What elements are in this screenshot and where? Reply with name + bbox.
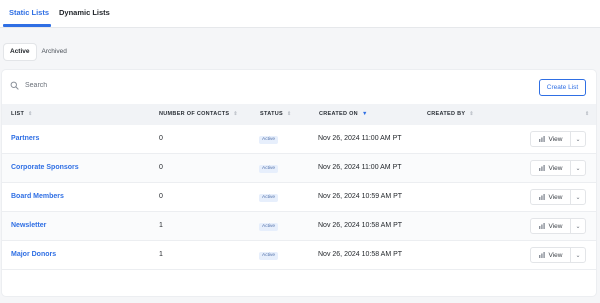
table-row: Newsletter 1 Active Nov 26, 2024 10:58 A… xyxy=(2,212,596,241)
status-filter-tabs: Active Archived xyxy=(4,44,73,60)
column-header-created-on[interactable]: CREATED ON ▼ xyxy=(319,111,368,117)
column-header-contacts[interactable]: NUMBER OF CONTACTS ⇕ xyxy=(159,111,238,117)
status-badge: Active xyxy=(259,194,279,202)
chevron-down-icon[interactable]: ⌄ xyxy=(571,161,585,175)
table-row: Partners 0 Active Nov 26, 2024 11:00 AM … xyxy=(2,125,596,154)
column-label: CREATED BY xyxy=(427,111,466,117)
contact-count: 0 xyxy=(159,193,163,200)
column-label: LIST xyxy=(11,111,25,117)
contact-count: 1 xyxy=(159,222,163,229)
table-row: Board Members 0 Active Nov 26, 2024 10:5… xyxy=(2,183,596,212)
table-toolbar: Create List xyxy=(2,70,596,104)
view-label: View xyxy=(548,193,563,201)
lists-card: Create List LIST⇕ NUMBER OF CONTACTS⇕ ST… xyxy=(2,70,596,296)
list-name-link[interactable]: Partners xyxy=(11,135,39,142)
status-badge: Active xyxy=(259,252,279,260)
tab-dynamic-lists[interactable]: Dynamic Lists xyxy=(59,8,110,17)
column-header-status[interactable]: STATUS ⇕ xyxy=(260,111,291,117)
bar-chart-icon xyxy=(538,165,545,171)
table-row: Major Donors 1 Active Nov 26, 2024 10:58… xyxy=(2,241,596,270)
view-button[interactable]: View xyxy=(531,219,571,233)
search-box xyxy=(10,81,185,90)
created-on: Nov 26, 2024 10:58 AM PT xyxy=(318,222,403,229)
view-label: View xyxy=(548,222,563,230)
list-name-link[interactable]: Board Members xyxy=(11,193,64,200)
view-button[interactable]: View xyxy=(531,190,571,204)
chevron-down-icon[interactable]: ⌄ xyxy=(571,219,585,233)
table-header: LIST ⇕ NUMBER OF CONTACTS ⇕ STATUS ⇕ CREATE… xyxy=(2,104,596,125)
contact-count: 0 xyxy=(159,164,163,171)
bar-chart-icon xyxy=(538,223,545,229)
view-label: View xyxy=(548,135,563,143)
sort-descending-icon: ▼ xyxy=(361,111,368,117)
bar-chart-icon xyxy=(538,252,545,258)
active-tab-indicator xyxy=(3,24,51,27)
search-input[interactable] xyxy=(25,82,185,89)
sort-icon: ⇕ xyxy=(28,111,33,117)
created-on: Nov 26, 2024 10:59 AM PT xyxy=(318,193,403,200)
chevron-down-icon[interactable]: ⌄ xyxy=(571,190,585,204)
chevron-down-icon[interactable]: ⌄ xyxy=(571,132,585,146)
list-name-link[interactable]: Corporate Sponsors xyxy=(11,164,79,171)
list-name-link[interactable]: Major Donors xyxy=(11,251,56,258)
sort-icon: ⇕ xyxy=(585,111,590,117)
table-row: Corporate Sponsors 0 Active Nov 26, 2024… xyxy=(2,154,596,183)
list-name-link[interactable]: Newsletter xyxy=(11,222,46,229)
created-on: Nov 26, 2024 11:00 AM PT xyxy=(318,164,402,171)
view-split-button: View ⌄ xyxy=(530,189,586,205)
subtab-active[interactable]: Active xyxy=(4,44,36,60)
search-icon xyxy=(10,81,19,90)
tab-static-lists[interactable]: Static Lists xyxy=(9,8,49,17)
view-label: View xyxy=(548,164,563,172)
top-tab-bar: Static Lists Dynamic Lists xyxy=(0,0,600,28)
column-header-created-by[interactable]: CREATED BY ⇕ xyxy=(427,111,474,117)
view-split-button: View ⌄ xyxy=(530,247,586,263)
sort-icon: ⇕ xyxy=(233,111,238,117)
bar-chart-icon xyxy=(538,194,545,200)
view-split-button: View ⌄ xyxy=(530,160,586,176)
view-button[interactable]: View xyxy=(531,248,571,262)
subtab-archived[interactable]: Archived xyxy=(36,44,73,60)
column-label: STATUS xyxy=(260,111,283,117)
column-header-list[interactable]: LIST ⇕ xyxy=(11,111,33,117)
view-button[interactable]: View xyxy=(531,161,571,175)
view-split-button: View ⌄ xyxy=(530,131,586,147)
contact-count: 0 xyxy=(159,135,163,142)
status-badge: Active xyxy=(259,223,279,231)
status-badge: Active xyxy=(259,165,279,173)
bar-chart-icon xyxy=(538,136,545,142)
column-label: NUMBER OF CONTACTS xyxy=(159,111,230,117)
contact-count: 1 xyxy=(159,251,163,258)
sort-icon: ⇕ xyxy=(469,111,474,117)
created-on: Nov 26, 2024 11:00 AM PT xyxy=(318,135,402,142)
column-header-actions[interactable]: ⇕ xyxy=(581,111,590,117)
sort-icon: ⇕ xyxy=(286,111,292,117)
column-label: CREATED ON xyxy=(319,111,358,117)
created-on: Nov 26, 2024 10:58 AM PT xyxy=(318,251,403,258)
create-list-button[interactable]: Create List xyxy=(539,79,586,96)
view-split-button: View ⌄ xyxy=(530,218,586,234)
chevron-down-icon[interactable]: ⌄ xyxy=(571,248,585,262)
status-badge: Active xyxy=(259,136,279,144)
view-button[interactable]: View xyxy=(531,132,571,146)
view-label: View xyxy=(548,251,563,259)
